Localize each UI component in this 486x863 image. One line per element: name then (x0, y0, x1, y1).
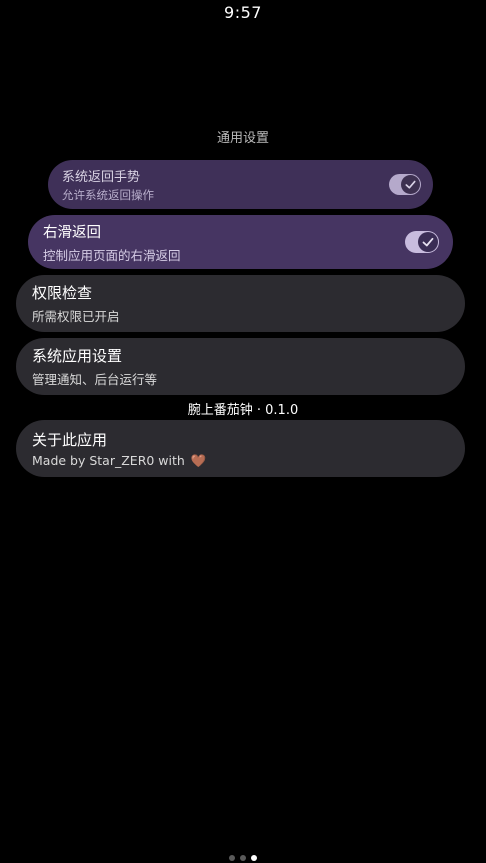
page-indicator (0, 855, 486, 861)
about-subtitle: Made by Star_ZER0 with 🤎 (32, 453, 449, 469)
about-texts: 关于此应用 Made by Star_ZER0 with 🤎 (32, 429, 449, 469)
permissions-check-item[interactable]: 权限检查 所需权限已开启 (16, 275, 465, 332)
swipe-back-toggle[interactable] (405, 231, 439, 253)
check-icon (422, 237, 434, 247)
swipe-back-subtitle: 控制应用页面的右滑返回 (43, 247, 181, 263)
system-app-settings-texts: 系统应用设置 管理通知、后台运行等 (32, 345, 449, 388)
back-gesture-texts: 系统返回手势 允许系统返回操作 (62, 166, 389, 203)
section-title: 通用设置 (216, 131, 269, 146)
page-dot-active (251, 855, 257, 861)
back-gesture-toggle[interactable] (389, 174, 421, 195)
back-gesture-title: 系统返回手势 (62, 170, 141, 185)
about-title: 关于此应用 (32, 430, 108, 449)
about-app-item[interactable]: 关于此应用 Made by Star_ZER0 with 🤎 (16, 420, 465, 477)
app-version-label: 腕上番茄钟 · 0.1.0 (187, 403, 299, 418)
permissions-title: 权限检查 (32, 284, 93, 302)
status-time: 9:57 (224, 3, 262, 22)
about-credit-text: Made by Star_ZER0 with (32, 452, 185, 468)
back-gesture-setting[interactable]: 系统返回手势 允许系统返回操作 (48, 160, 433, 209)
permissions-texts: 权限检查 所需权限已开启 (32, 282, 449, 325)
swipe-back-texts: 右滑返回 控制应用页面的右滑返回 (43, 221, 405, 264)
system-app-settings-title: 系统应用设置 (32, 347, 123, 365)
check-icon (405, 180, 416, 189)
back-gesture-subtitle: 允许系统返回操作 (62, 188, 154, 202)
permissions-subtitle: 所需权限已开启 (32, 309, 120, 324)
page-dot (229, 855, 235, 861)
swipe-back-setting[interactable]: 右滑返回 控制应用页面的右滑返回 (28, 215, 453, 269)
system-app-settings-subtitle: 管理通知、后台运行等 (32, 372, 158, 387)
system-app-settings-item[interactable]: 系统应用设置 管理通知、后台运行等 (16, 338, 465, 395)
heart-icon: 🤎 (190, 452, 207, 468)
toggle-knob (401, 175, 420, 194)
page-dot (240, 855, 246, 861)
swipe-back-title: 右滑返回 (43, 224, 101, 241)
toggle-knob (418, 232, 438, 252)
